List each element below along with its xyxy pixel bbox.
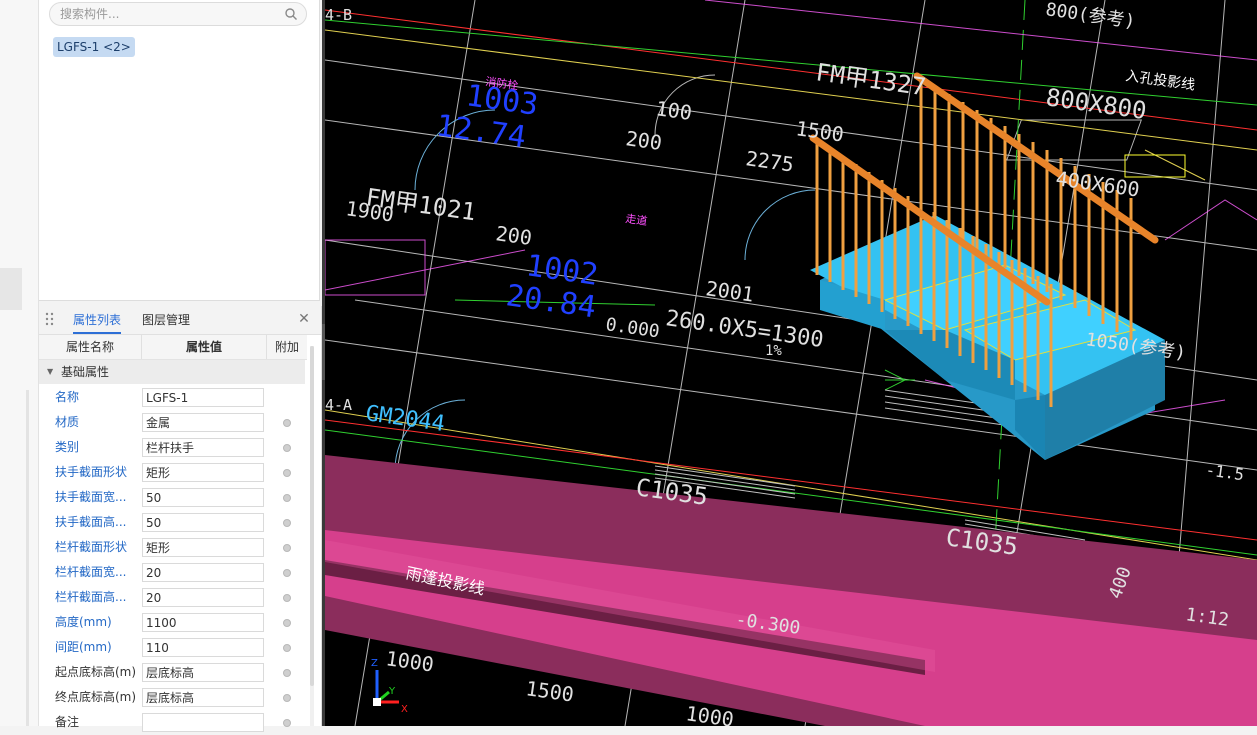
property-row: 间距(mm) 110 bbox=[39, 635, 307, 660]
property-row: 名称 LGFS-1 bbox=[39, 385, 307, 410]
property-value[interactable]: 层底标高 bbox=[142, 688, 264, 707]
property-row: 扶手截面宽... 50 bbox=[39, 485, 307, 510]
dim-1000: 1000 bbox=[384, 646, 435, 676]
3d-viewport[interactable]: 4-B 4-A FM甲1327 FM甲1021 800X800 GM2044 C… bbox=[325, 0, 1257, 726]
property-row: 栏杆截面形状 矩形 bbox=[39, 535, 307, 560]
property-value[interactable]: 层底标高 bbox=[142, 663, 264, 682]
tab-property-list[interactable]: 属性列表 bbox=[73, 306, 122, 334]
axis-y-label: Y bbox=[388, 686, 396, 697]
property-name: 材质 bbox=[55, 415, 80, 429]
property-name: 栏杆截面宽... bbox=[55, 565, 127, 579]
property-rows: 名称 LGFS-1 材质 金属 类别 栏杆扶手 扶手截面形状 矩形 扶手截面宽.… bbox=[39, 385, 307, 735]
property-row: 高度(mm) 1100 bbox=[39, 610, 307, 635]
property-name: 扶手截面高... bbox=[55, 515, 127, 529]
axis-label-4a: 4-A bbox=[325, 396, 352, 414]
cad-drawing[interactable]: 4-B 4-A FM甲1327 FM甲1021 800X800 GM2044 C… bbox=[325, 0, 1257, 726]
property-row: 备注 bbox=[39, 710, 307, 735]
dim-1500: 1500 bbox=[794, 116, 845, 146]
search-icon[interactable] bbox=[284, 7, 298, 21]
dim-800-ref: 800(参考) bbox=[1044, 0, 1136, 33]
group-basic-properties[interactable]: ▼ 基础属性 bbox=[39, 360, 305, 384]
property-name: 起点底标高(m) bbox=[55, 665, 137, 679]
extra-checkbox[interactable] bbox=[283, 694, 291, 702]
drag-handle-icon[interactable] bbox=[45, 312, 55, 328]
property-value[interactable] bbox=[142, 713, 264, 732]
property-name: 间距(mm) bbox=[55, 640, 112, 654]
property-name: 类别 bbox=[55, 440, 80, 454]
property-value[interactable]: 50 bbox=[142, 488, 264, 507]
search-box[interactable] bbox=[49, 2, 307, 26]
label-800x800: 800X800 bbox=[1044, 83, 1148, 125]
dim-200: 200 bbox=[624, 126, 663, 155]
property-row: 扶手截面形状 矩形 bbox=[39, 460, 307, 485]
dim-1500b: 1500 bbox=[524, 676, 575, 706]
property-value[interactable]: 110 bbox=[142, 638, 264, 657]
property-value[interactable]: 50 bbox=[142, 513, 264, 532]
dim-200b: 200 bbox=[494, 221, 533, 250]
property-row: 终点底标高(m) 层底标高 bbox=[39, 685, 307, 710]
extra-checkbox[interactable] bbox=[283, 569, 291, 577]
column-header-name: 属性名称 bbox=[39, 335, 142, 359]
axis-label-4b: 4-B bbox=[325, 6, 352, 24]
property-name: 栏杆截面形状 bbox=[55, 540, 128, 554]
tab-layer-management[interactable]: 图层管理 bbox=[142, 306, 190, 334]
component-list-panel: LGFS-1 <2> bbox=[39, 0, 320, 301]
property-value[interactable]: 金属 bbox=[142, 413, 264, 432]
property-scrollbar-thumb[interactable] bbox=[310, 346, 314, 686]
search-input[interactable] bbox=[60, 6, 270, 22]
side-tab[interactable] bbox=[0, 268, 22, 310]
dim-2275: 2275 bbox=[744, 146, 795, 176]
extra-checkbox[interactable] bbox=[283, 544, 291, 552]
property-panel-header: 属性列表 图层管理 ✕ bbox=[39, 306, 321, 335]
axis-z-label: Z bbox=[371, 658, 378, 669]
extra-checkbox[interactable] bbox=[283, 469, 291, 477]
property-name: 扶手截面宽... bbox=[55, 490, 127, 504]
extra-checkbox[interactable] bbox=[283, 494, 291, 502]
elev-0: 0.000 bbox=[604, 314, 661, 342]
property-name: 扶手截面形状 bbox=[55, 465, 128, 479]
extra-checkbox[interactable] bbox=[283, 619, 291, 627]
slope-label: 1% bbox=[765, 343, 782, 359]
side-scrollbar[interactable] bbox=[26, 390, 29, 726]
extra-checkbox[interactable] bbox=[283, 594, 291, 602]
label-manhole: 入孔投影线 bbox=[1124, 68, 1196, 94]
property-row: 栏杆截面宽... 20 bbox=[39, 560, 307, 585]
property-name: 高度(mm) bbox=[55, 615, 112, 629]
property-row: 材质 金属 bbox=[39, 410, 307, 435]
column-header-value: 属性值 bbox=[142, 335, 267, 359]
property-row: 扶手截面高... 50 bbox=[39, 510, 307, 535]
property-row: 起点底标高(m) 层底标高 bbox=[39, 660, 307, 685]
property-row: 类别 栏杆扶手 bbox=[39, 435, 307, 460]
group-label: 基础属性 bbox=[61, 365, 110, 379]
extra-checkbox[interactable] bbox=[283, 519, 291, 527]
property-value[interactable]: 1100 bbox=[142, 613, 264, 632]
property-table-header: 属性名称 属性值 附加 bbox=[39, 335, 307, 360]
dim-100: 100 bbox=[654, 96, 693, 125]
extra-checkbox[interactable] bbox=[283, 419, 291, 427]
tiny-corridor-label: 走道 bbox=[625, 211, 649, 228]
property-name: 备注 bbox=[55, 715, 80, 729]
caret-down-icon[interactable]: ▼ bbox=[47, 360, 53, 384]
dim-2001: 2001 bbox=[704, 276, 755, 306]
left-toolbar-strip bbox=[0, 0, 39, 726]
property-name: 栏杆截面高... bbox=[55, 590, 127, 604]
column-header-extra: 附加 bbox=[274, 340, 299, 354]
property-name: 终点底标高(m) bbox=[55, 690, 137, 704]
extra-checkbox[interactable] bbox=[283, 669, 291, 677]
property-value[interactable]: 20 bbox=[142, 563, 264, 582]
property-value[interactable]: 栏杆扶手 bbox=[142, 438, 264, 457]
property-value[interactable]: 矩形 bbox=[142, 538, 264, 557]
component-item-lgfs-1[interactable]: LGFS-1 <2> bbox=[53, 37, 135, 57]
extra-checkbox[interactable] bbox=[283, 644, 291, 652]
property-value[interactable]: LGFS-1 bbox=[142, 388, 264, 407]
property-value[interactable]: 矩形 bbox=[142, 463, 264, 482]
extra-checkbox[interactable] bbox=[283, 444, 291, 452]
axis-x-label: X bbox=[401, 704, 408, 715]
dim-minus-15: -1.5 bbox=[1204, 460, 1245, 484]
property-row: 栏杆截面高... 20 bbox=[39, 585, 307, 610]
property-panel: 属性列表 图层管理 ✕ 属性名称 属性值 附加 ▼ 基础属性 名称 LGFS-1… bbox=[39, 306, 322, 732]
property-value[interactable]: 20 bbox=[142, 588, 264, 607]
property-name: 名称 bbox=[55, 390, 80, 404]
close-icon[interactable]: ✕ bbox=[297, 312, 311, 326]
